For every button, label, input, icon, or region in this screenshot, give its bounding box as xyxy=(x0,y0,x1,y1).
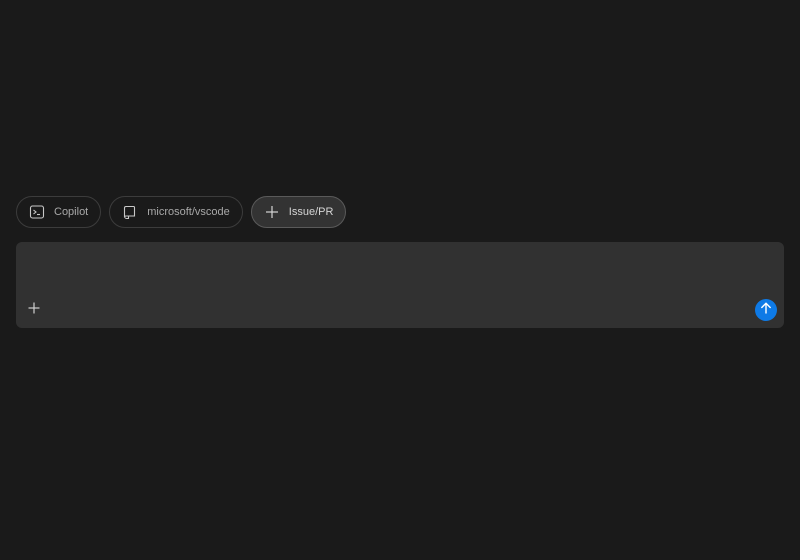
chat-composer xyxy=(16,242,784,328)
repository-chip[interactable]: microsoft/vscode xyxy=(109,196,243,228)
repository-chip-label: microsoft/vscode xyxy=(147,206,230,218)
context-chips: Copilot microsoft/vscode Issue/PR xyxy=(16,196,347,228)
terminal-icon xyxy=(28,203,46,221)
send-button[interactable] xyxy=(755,299,777,321)
plus-icon xyxy=(27,301,41,320)
add-attachment-button[interactable] xyxy=(24,300,44,320)
copilot-chip-label: Copilot xyxy=(54,206,89,218)
plus-icon xyxy=(263,203,281,221)
repo-icon xyxy=(121,203,139,221)
copilot-chip[interactable]: Copilot xyxy=(16,196,102,228)
arrow-up-icon xyxy=(759,301,773,320)
chat-input[interactable] xyxy=(28,252,732,296)
issue-pr-chip-label: Issue/PR xyxy=(288,206,334,218)
issue-pr-chip[interactable]: Issue/PR xyxy=(250,196,347,228)
app-root: Copilot microsoft/vscode Issue/PR xyxy=(0,0,800,560)
